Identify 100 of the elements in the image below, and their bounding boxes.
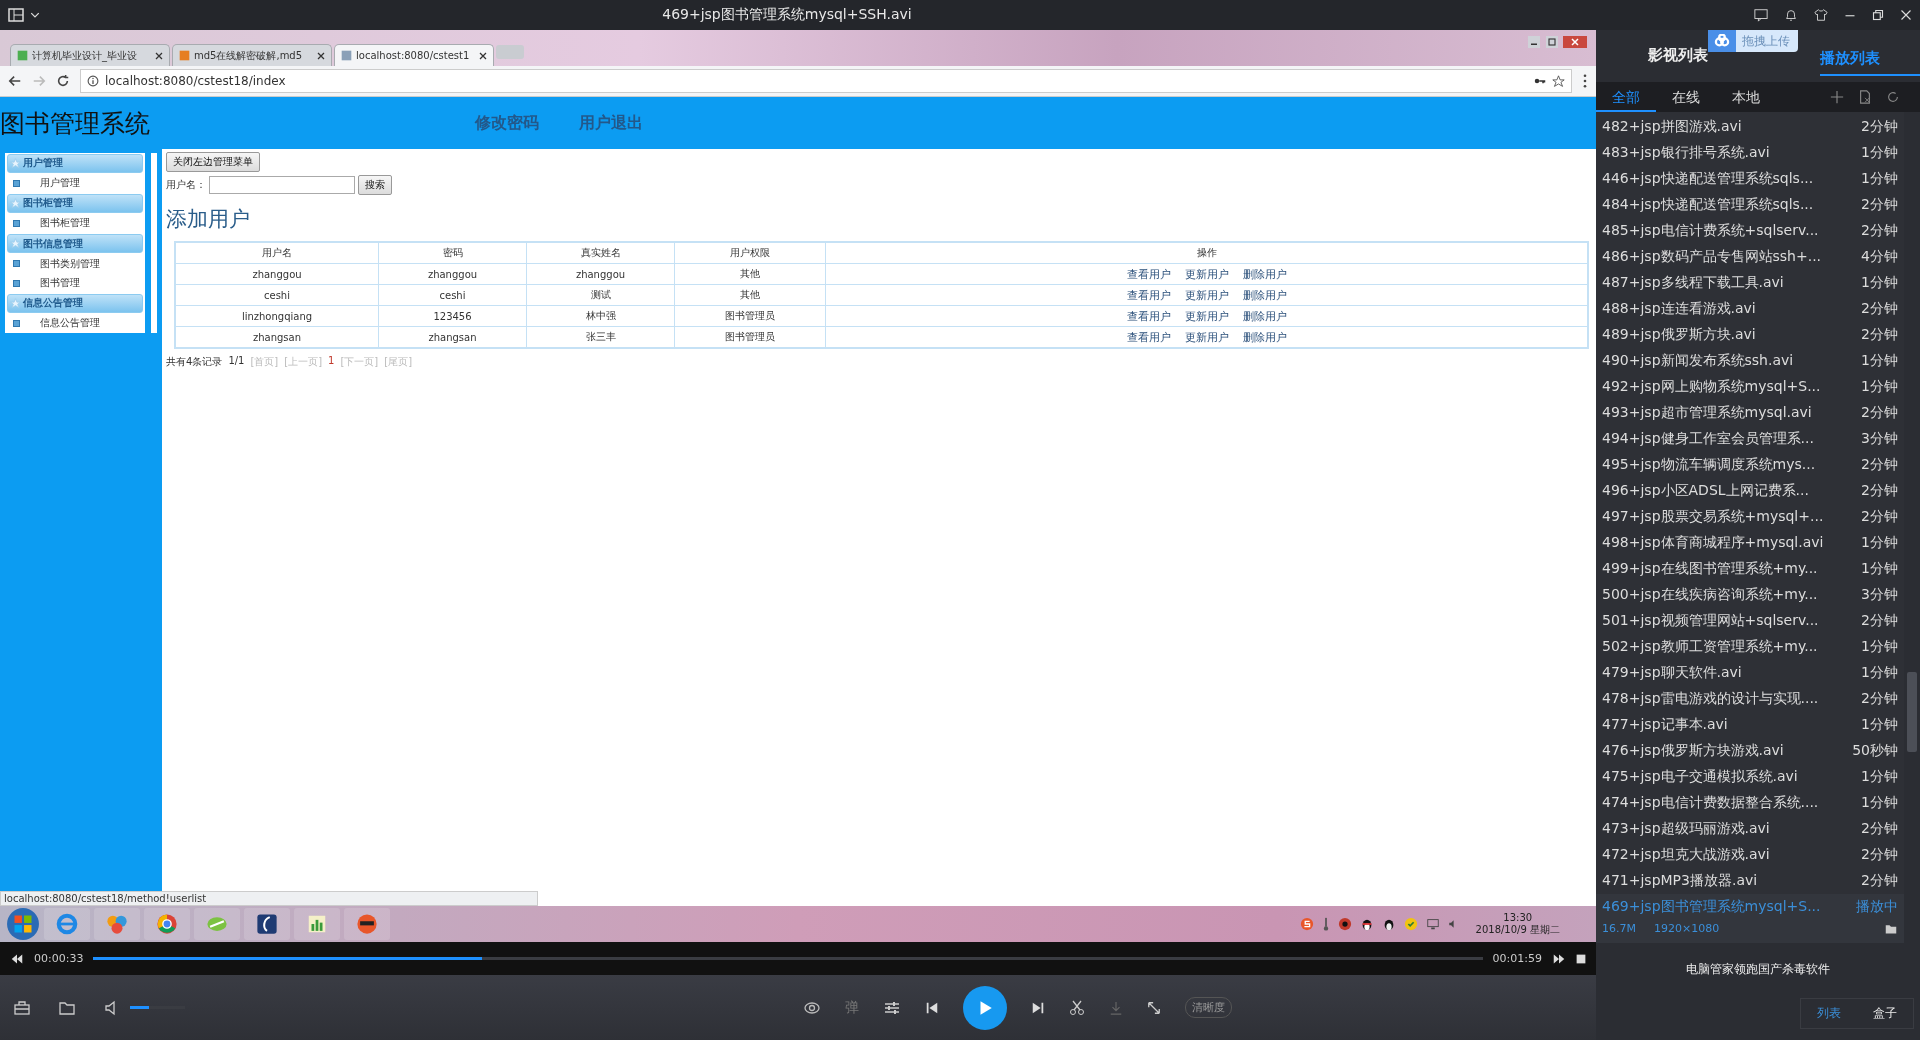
playlist-item[interactable]: 485+jsp电信计费系统+sqlserv... 2分钟 bbox=[1596, 218, 1904, 244]
add-icon[interactable] bbox=[1830, 90, 1844, 104]
reload-icon[interactable] bbox=[56, 74, 70, 88]
taskbar-app[interactable] bbox=[344, 908, 390, 940]
playlist-item[interactable]: 502+jsp教师工资管理系统+my... 1分钟 bbox=[1596, 634, 1904, 660]
menu-icon[interactable] bbox=[1582, 74, 1588, 88]
minimize-icon[interactable] bbox=[1526, 36, 1542, 48]
playlist-item[interactable]: 487+jsp多线程下载工具.avi 1分钟 bbox=[1596, 270, 1904, 296]
playlist-item[interactable]: 498+jsp体育商城程序+mysql.avi 1分钟 bbox=[1596, 530, 1904, 556]
playlist-item[interactable]: 478+jsp雷电游戏的设计与实现.... 2分钟 bbox=[1596, 686, 1904, 712]
fast-forward-icon[interactable] bbox=[1552, 952, 1566, 965]
playlist-item[interactable]: 488+jsp连连看游戏.avi 2分钟 bbox=[1596, 296, 1904, 322]
refresh-icon[interactable] bbox=[1886, 90, 1900, 104]
menu-item[interactable]: 图书柜管理 bbox=[40, 216, 90, 231]
playlist-item[interactable]: 474+jsp电信计费数据整合系统.... 1分钟 bbox=[1596, 790, 1904, 816]
playlist-item[interactable]: 484+jsp快递配送管理系统sqls... 2分钟 bbox=[1596, 192, 1904, 218]
ime-icon[interactable] bbox=[1299, 917, 1314, 931]
start-icon[interactable] bbox=[6, 907, 40, 941]
browser-tab[interactable]: 计算机毕业设计_毕业设 bbox=[10, 44, 170, 66]
panel-tab[interactable]: 影视列表 bbox=[1596, 45, 1708, 65]
browser-tab[interactable]: localhost:8080/cstest1 bbox=[334, 44, 494, 66]
back-icon[interactable] bbox=[8, 74, 22, 88]
playlist-item[interactable]: 469+jsp图书管理系统mysql+S... 播放中 bbox=[1596, 894, 1904, 920]
close-icon[interactable] bbox=[155, 51, 163, 60]
folder-icon[interactable] bbox=[1884, 922, 1898, 935]
pagination-link[interactable]: 1 bbox=[328, 355, 335, 369]
shirt-icon[interactable] bbox=[1814, 8, 1828, 22]
thermometer-icon[interactable] bbox=[1321, 917, 1330, 931]
action-link[interactable]: 查看用户 bbox=[1126, 267, 1171, 281]
panel-tab[interactable]: 播放列表 bbox=[1820, 48, 1920, 76]
chevron-down-icon[interactable] bbox=[30, 10, 40, 20]
playlist-item[interactable]: 472+jsp坦克大战游戏.avi 2分钟 bbox=[1596, 842, 1904, 868]
action-link[interactable]: 删除用户 bbox=[1242, 267, 1287, 281]
folder-icon[interactable] bbox=[58, 999, 76, 1016]
search-button[interactable]: 搜索 bbox=[358, 175, 392, 195]
eye-icon[interactable] bbox=[803, 999, 821, 1016]
action-link[interactable]: 更新用户 bbox=[1184, 288, 1229, 302]
menu-item[interactable]: 用户管理 bbox=[40, 176, 80, 191]
playlist-item[interactable]: 492+jsp网上购物系统mysql+S... 1分钟 bbox=[1596, 374, 1904, 400]
playlist-item[interactable]: 477+jsp记事本.avi 1分钟 bbox=[1596, 712, 1904, 738]
menu-section[interactable]: 图书信息管理 bbox=[7, 234, 143, 253]
restore-icon[interactable] bbox=[1872, 9, 1884, 21]
action-link[interactable]: 删除用户 bbox=[1242, 309, 1287, 323]
remove-file-icon[interactable] bbox=[1858, 90, 1872, 104]
action-link[interactable]: 删除用户 bbox=[1242, 330, 1287, 344]
close-icon[interactable] bbox=[479, 51, 487, 60]
view-tab[interactable]: 列表 bbox=[1801, 999, 1857, 1028]
playlist-item[interactable]: 500+jsp在线疾病咨询系统+my... 3分钟 bbox=[1596, 582, 1904, 608]
close-icon[interactable] bbox=[317, 51, 325, 60]
scissors-icon[interactable] bbox=[1069, 999, 1085, 1016]
playlist-item[interactable]: 476+jsp俄罗斯方块游戏.avi 50秒钟 bbox=[1596, 738, 1904, 764]
stop-icon[interactable] bbox=[1576, 953, 1586, 964]
play-button[interactable] bbox=[963, 985, 1007, 1030]
menu-item[interactable]: 信息公告管理 bbox=[40, 316, 100, 331]
playlist-item[interactable]: 496+jsp小区ADSL上网记费系... 2分钟 bbox=[1596, 478, 1904, 504]
playlist-item[interactable]: 482+jsp拼图游戏.avi 2分钟 bbox=[1596, 114, 1904, 140]
playlist-item[interactable]: 479+jsp聊天软件.avi 1分钟 bbox=[1596, 660, 1904, 686]
playlist-item[interactable]: 486+jsp数码产品专售网站ssh+... 4分钟 bbox=[1596, 244, 1904, 270]
bell-icon[interactable] bbox=[1784, 8, 1798, 22]
playlist-item[interactable]: 475+jsp电子交通模拟系统.avi 1分钟 bbox=[1596, 764, 1904, 790]
filter-tab[interactable]: 本地 bbox=[1716, 82, 1776, 112]
playlist-item[interactable]: 501+jsp视频管理网站+sqlserv... 2分钟 bbox=[1596, 608, 1904, 634]
playlist-item[interactable]: 471+jspMP3播放器.avi 2分钟 bbox=[1596, 868, 1904, 894]
search-field[interactable] bbox=[209, 176, 355, 194]
action-link[interactable]: 删除用户 bbox=[1242, 288, 1287, 302]
action-link[interactable]: 更新用户 bbox=[1184, 267, 1229, 281]
filter-tab[interactable]: 在线 bbox=[1656, 82, 1716, 112]
playlist-item[interactable]: 493+jsp超市管理系统mysql.avi 2分钟 bbox=[1596, 400, 1904, 426]
previous-icon[interactable] bbox=[925, 1000, 939, 1015]
playlist-item[interactable]: 495+jsp物流车辆调度系统mys... 2分钟 bbox=[1596, 452, 1904, 478]
menu-item[interactable]: 图书类别管理 bbox=[40, 256, 100, 271]
menu-section[interactable]: 用户管理 bbox=[7, 154, 143, 173]
ad-text[interactable]: 电脑管家领跑国产杀毒软件 bbox=[1596, 961, 1920, 978]
playlist-item[interactable]: 497+jsp股票交易系统+mysql+... 2分钟 bbox=[1596, 504, 1904, 530]
volume-slider[interactable] bbox=[130, 1006, 185, 1009]
playlist-item[interactable]: 489+jsp俄罗斯方块.avi 2分钟 bbox=[1596, 322, 1904, 348]
action-link[interactable]: 更新用户 bbox=[1184, 309, 1229, 323]
action-link[interactable]: 查看用户 bbox=[1126, 288, 1171, 302]
action-link[interactable]: 查看用户 bbox=[1126, 330, 1171, 344]
action-link[interactable]: 查看用户 bbox=[1126, 309, 1171, 323]
expand-icon[interactable] bbox=[1147, 1000, 1161, 1015]
menu-section[interactable]: 图书柜管理 bbox=[7, 194, 143, 213]
view-tab[interactable]: 盒子 bbox=[1857, 999, 1913, 1028]
address-bar[interactable]: localhost:8080/cstest18/index bbox=[80, 69, 1572, 93]
playlist-item[interactable]: 494+jsp健身工作室会员管理系... 3分钟 bbox=[1596, 426, 1904, 452]
playlist-item[interactable]: 446+jsp快递配送管理系统sqls... 1分钟 bbox=[1596, 166, 1904, 192]
close-menu-button[interactable]: 关闭左边管理菜单 bbox=[166, 152, 260, 172]
antivirus-icon[interactable] bbox=[1337, 917, 1352, 931]
network-icon[interactable] bbox=[1425, 917, 1440, 931]
rewind-icon[interactable] bbox=[10, 952, 24, 965]
playlist-item[interactable]: 490+jsp新闻发布系统ssh.avi 1分钟 bbox=[1596, 348, 1904, 374]
browser-tab[interactable]: md5在线解密破解,md5 bbox=[172, 44, 332, 66]
menu-section[interactable]: 信息公告管理 bbox=[7, 293, 143, 313]
toolbox-icon[interactable] bbox=[14, 999, 30, 1016]
menu-item[interactable]: 图书管理 bbox=[40, 276, 80, 291]
layout-icon[interactable] bbox=[8, 7, 24, 23]
taskbar-app[interactable] bbox=[244, 908, 290, 940]
shield-icon[interactable] bbox=[1403, 917, 1418, 931]
star-icon[interactable] bbox=[1552, 74, 1565, 88]
playlist-item[interactable]: 483+jsp银行排号系统.avi 1分钟 bbox=[1596, 140, 1904, 166]
